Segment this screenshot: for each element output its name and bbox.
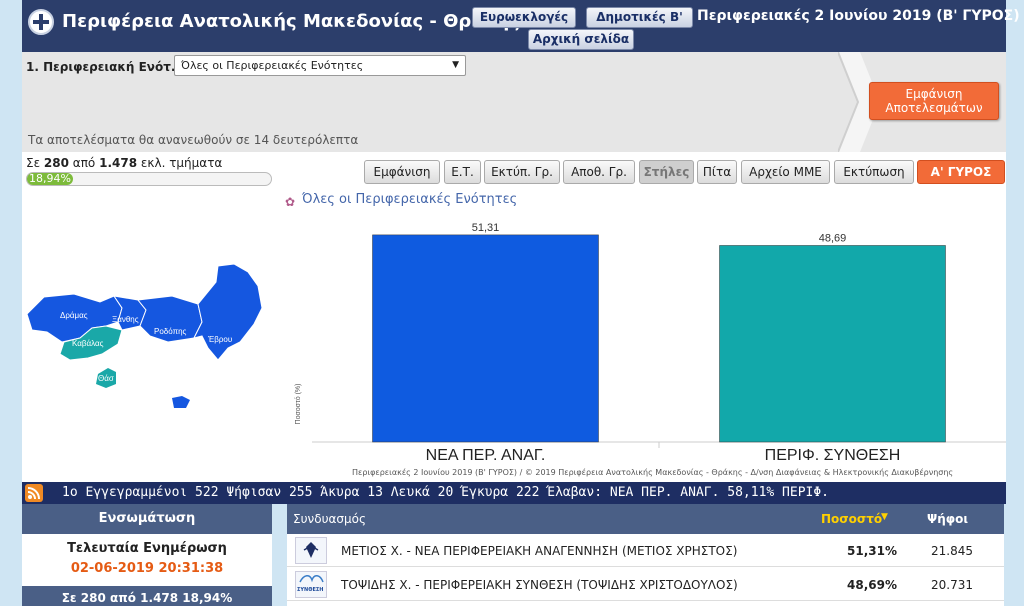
party-logo-anagennisi	[295, 537, 327, 564]
map-label-drama: Δράμας	[60, 311, 88, 320]
chart-credit: Περιφερειακές 2 Ιουνίου 2019 (Β' ΓΥΡΟΣ) …	[352, 468, 954, 477]
dropdown-arrow-icon: ▼	[452, 60, 459, 70]
tab-show[interactable]: Εμφάνιση	[364, 160, 440, 184]
election-title: Περιφερειακές 2 Ιουνίου 2019 (Β' ΓΥΡΟΣ)	[697, 8, 1020, 24]
tab-print[interactable]: Εκτύπωση	[834, 160, 914, 184]
map-region-evros[interactable]	[193, 263, 263, 361]
sort-desc-icon[interactable]: ▼	[881, 512, 888, 522]
unit-select-label: 1. Περιφερειακή Ενότ.:	[26, 60, 181, 74]
map-label-kavala: Καβάλας	[72, 339, 104, 348]
tab-first-round[interactable]: Α' ΓΥΡΟΣ	[917, 160, 1005, 184]
counts-counted: 280	[43, 156, 69, 170]
progress-bar: 18,94%	[26, 172, 272, 186]
table-row[interactable]: ΜΕΤΙΟΣ Χ. - ΝΕΑ ΠΕΡΙΦΕΡΕΙΑΚΗ ΑΝΑΓΕΝΝΗΣΗ …	[287, 534, 1004, 567]
chart-title: Όλες οι Περιφερειακές Ενότητες	[302, 192, 518, 207]
tab-save-chart[interactable]: Αποθ. Γρ.	[563, 160, 635, 184]
row-percent: 51,31%	[847, 544, 897, 558]
unit-select-value: Όλες οι Περιφερειακές Ενότητες	[181, 59, 364, 72]
bar-value-label: 48,69	[819, 232, 847, 244]
counts-total: 1.478	[99, 156, 138, 170]
integration-footer: Σε 280 από 1.478 18,94%	[22, 586, 272, 606]
synthesi-logo-text: ΣΥΝΘΕΣΗ	[297, 587, 324, 593]
tab-print-chart[interactable]: Εκτύπ. Γρ.	[484, 160, 560, 184]
chart-bar	[372, 234, 599, 443]
show-results-button[interactable]: Εμφάνιση Αποτελεσμάτων	[869, 82, 999, 120]
category-label: ΝΕΑ ΠΕΡ. ΑΝΑΓ.	[426, 447, 546, 464]
row-name: ΤΟΨΙΔΗΣ Χ. - ΠΕΡΙΦΕΡΕΙΑΚΗ ΣΥΝΘΕΣΗ (ΤΟΨΙΔ…	[341, 578, 738, 592]
row-votes: 20.731	[931, 578, 973, 592]
greek-emblem-icon	[28, 9, 54, 35]
home-page-button[interactable]: Αρχική σελίδα	[528, 29, 634, 50]
ticker-text: 1ο Εγγεγραμμένοι 522 Ψήφισαν 255 Άκυρα 1…	[62, 485, 830, 500]
region-map: Δράμας Ξάνθης Ροδόπης Έβρου Καβάλας Θάσ	[26, 263, 263, 408]
tab-et[interactable]: Ε.Τ.	[444, 160, 481, 184]
last-update-label: Τελευταία Ενημέρωση	[67, 541, 227, 556]
bar-value-label: 51,31	[472, 222, 500, 234]
map-region-samothraki	[172, 396, 190, 408]
row-votes: 21.845	[931, 544, 973, 558]
content-area: Σε 280 από 1.478 εκλ. τμήματα 18,94% Εμφ…	[22, 152, 1006, 482]
results-table: Συνδυασμός Ποσοστό ▼ Ψήφοι ΜΕΤΙΟΣ Χ. - Ν…	[287, 504, 1004, 606]
last-update-time: 02-06-2019 20:31:38	[70, 561, 224, 576]
integration-panel: Ενσωμάτωση Τελευταία Ενημέρωση 02-06-201…	[22, 504, 272, 606]
table-row[interactable]: ΣΥΝΘΕΣΗ ΤΟΨΙΔΗΣ Χ. - ΠΕΡΙΦΕΡΕΙΑΚΗ ΣΥΝΘΕΣ…	[287, 568, 1004, 601]
rss-icon[interactable]	[25, 484, 43, 502]
row-percent: 48,69%	[847, 578, 897, 592]
refresh-note: Τα αποτελέσματα θα ανανεωθούν σε 14 δευτ…	[28, 133, 359, 147]
selector-panel: 1. Περιφερειακή Ενότ.: Όλες οι Περιφερει…	[22, 52, 1006, 152]
unit-select[interactable]: Όλες οι Περιφερειακές Ενότητες ▼	[174, 55, 466, 76]
chart-bar	[719, 245, 946, 443]
euroelections-button[interactable]: Ευρωεκλογές	[472, 7, 576, 28]
party-logo-synthesi: ΣΥΝΘΕΣΗ	[295, 571, 327, 598]
map-label-evros: Έβρου	[207, 335, 232, 344]
tab-media-file[interactable]: Αρχείο ΜΜΕ	[741, 160, 830, 184]
table-header: Συνδυασμός Ποσοστό ▼ Ψήφοι	[287, 504, 1004, 534]
municipal-b-button[interactable]: Δημοτικές Β'	[586, 7, 693, 28]
counted-sections-text: Σε 280 από 1.478 εκλ. τμήματα	[26, 156, 222, 170]
col-votes[interactable]: Ψήφοι	[927, 512, 968, 526]
counts-mid: από	[72, 156, 96, 170]
map-label-xanthi: Ξάνθης	[112, 315, 139, 324]
top-header: Περιφέρεια Ανατολικής Μακεδονίας - Θράκη…	[22, 0, 1020, 52]
progress-percent: 18,94%	[29, 172, 71, 185]
category-label: ΠΕΡΙΦ. ΣΥΝΘΕΣΗ	[765, 447, 901, 464]
region-title: Περιφέρεια Ανατολικής Μακεδονίας - Θράκη…	[62, 11, 520, 32]
col-percent[interactable]: Ποσοστό	[821, 512, 882, 526]
col-combination[interactable]: Συνδυασμός	[293, 512, 366, 526]
counts-pre: Σε	[26, 156, 41, 170]
y-axis-label: Ποσοστό (%)	[294, 384, 302, 425]
tab-pie[interactable]: Πίτα	[697, 160, 737, 184]
row-name: ΜΕΤΙΟΣ Χ. - ΝΕΑ ΠΕΡΙΦΕΡΕΙΑΚΗ ΑΝΑΓΕΝΝΗΣΗ …	[341, 544, 738, 558]
tab-columns[interactable]: Στήλες	[639, 160, 694, 184]
counts-post: εκλ. τμήματα	[140, 156, 223, 170]
bar-chart: 51,31 ΝΕΑ ΠΕΡ. ΑΝΑΓ. 48,69 ΠΕΡΙΦ. ΣΥΝΘΕΣΗ Πο…	[294, 222, 1006, 464]
map-label-rodopi: Ροδόπης	[154, 327, 187, 336]
map-label-thasos: Θάσ	[98, 374, 114, 383]
integration-header: Ενσωμάτωση	[22, 504, 272, 534]
results-ticker: 1ο Εγγεγραμμένοι 522 Ψήφισαν 255 Άκυρα 1…	[22, 482, 1006, 504]
